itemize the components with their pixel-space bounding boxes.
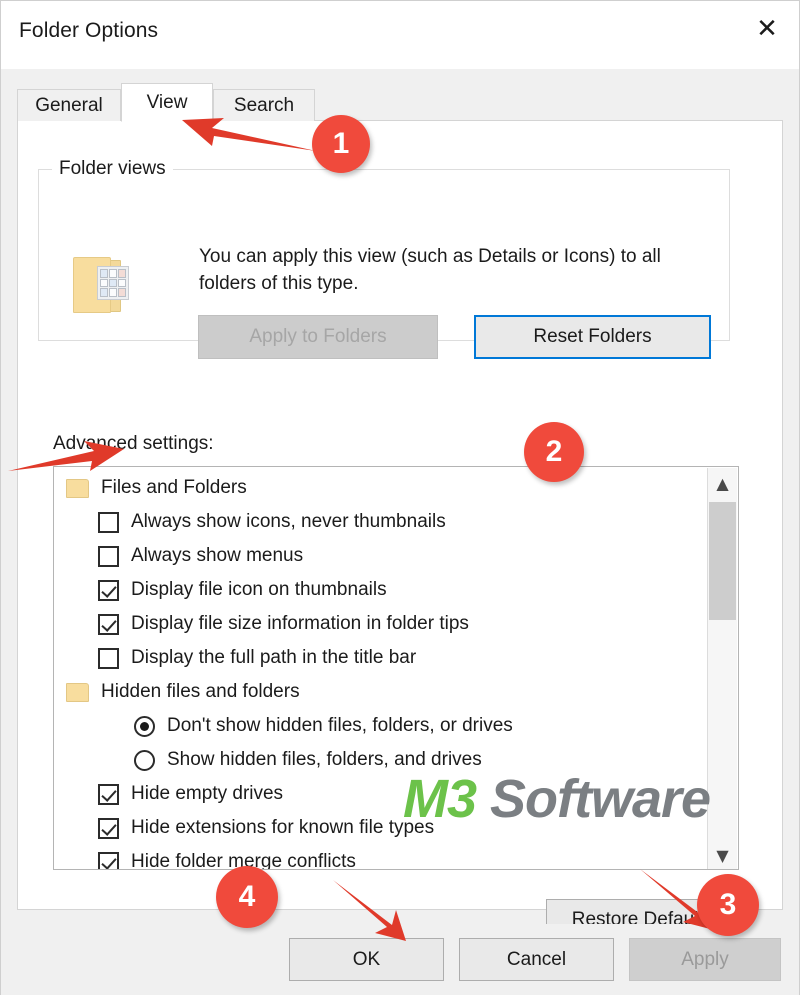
ok-label: OK: [352, 948, 381, 970]
advanced-settings-list[interactable]: Files and Folders Always show icons, neve…: [53, 466, 739, 870]
radio-button[interactable]: [134, 749, 155, 771]
settings-row-label: Display the full path in the title bar: [131, 647, 417, 668]
ok-button[interactable]: OK: [289, 938, 444, 981]
settings-row[interactable]: Don't show hidden files, folders, or dri…: [54, 709, 709, 743]
settings-row[interactable]: Always show icons, never thumbnails: [54, 505, 709, 539]
folder-options-dialog: Folder Options ✕ General Search View Fol…: [0, 0, 800, 995]
settings-group-header: Hidden files and folders: [54, 675, 709, 709]
settings-group-header: Files and Folders: [54, 471, 709, 505]
tab-general-label: General: [35, 94, 103, 116]
scrollbar-thumb[interactable]: [709, 502, 736, 620]
chevron-down-icon[interactable]: ▼: [708, 840, 737, 869]
radio-button[interactable]: [134, 715, 155, 737]
folder-views-description: You can apply this view (such as Details…: [199, 246, 661, 294]
advanced-settings-scrollbar[interactable]: ▲ ▼: [707, 468, 737, 869]
dialog-footer: OK Cancel Apply: [1, 924, 799, 995]
close-icon: ✕: [756, 14, 778, 44]
title-bar: Folder Options ✕: [1, 1, 799, 69]
apply-button[interactable]: Apply: [629, 938, 781, 981]
cancel-label: Cancel: [506, 948, 567, 970]
settings-row-label: Hide folder merge conflicts: [131, 851, 356, 870]
dialog-body: General Search View Folder views You can…: [1, 69, 799, 940]
close-button[interactable]: ✕: [735, 1, 799, 57]
settings-row-label: Always show icons, never thumbnails: [131, 511, 446, 532]
tab-search[interactable]: Search: [213, 89, 315, 121]
settings-row[interactable]: Display file icon on thumbnails: [54, 573, 709, 607]
checkbox[interactable]: [98, 851, 119, 869]
folder-views-icon: [67, 254, 133, 316]
apply-to-folders-button[interactable]: Apply to Folders: [198, 315, 438, 359]
settings-row[interactable]: Hide folder merge conflicts: [54, 845, 709, 870]
settings-row-label: Hide extensions for known file types: [131, 817, 435, 838]
settings-row-label: Display file size information in folder …: [131, 613, 469, 634]
apply-label: Apply: [681, 948, 729, 970]
folder-icon: [66, 478, 89, 498]
tab-view-label: View: [146, 91, 188, 113]
settings-row[interactable]: Display the full path in the title bar: [54, 641, 709, 675]
cancel-button[interactable]: Cancel: [459, 938, 614, 981]
advanced-settings-rows: Files and Folders Always show icons, neve…: [54, 467, 709, 870]
settings-row[interactable]: Show hidden files, folders, and drives: [54, 743, 709, 777]
settings-row-label: Don't show hidden files, folders, or dri…: [167, 715, 513, 736]
checkbox[interactable]: [98, 817, 119, 839]
settings-row[interactable]: Hide extensions for known file types: [54, 811, 709, 845]
tab-search-label: Search: [233, 94, 295, 116]
settings-row[interactable]: Display file size information in folder …: [54, 607, 709, 641]
settings-row-label: Display file icon on thumbnails: [131, 579, 387, 600]
advanced-settings-label: Advanced settings:: [53, 433, 214, 454]
folder-icon: [66, 682, 89, 702]
checkbox[interactable]: [98, 613, 119, 635]
settings-row-label: Hide empty drives: [131, 783, 284, 804]
reset-folders-label: Reset Folders: [533, 326, 652, 347]
settings-row-label: Always show menus: [131, 545, 304, 566]
settings-row-label: Show hidden files, folders, and drives: [167, 749, 482, 770]
tab-view[interactable]: View: [121, 83, 213, 122]
settings-row-label: Files and Folders: [101, 477, 247, 498]
settings-row-label: Hidden files and folders: [101, 681, 300, 702]
checkbox[interactable]: [98, 579, 119, 601]
window-title: Folder Options: [19, 19, 159, 42]
checkbox[interactable]: [98, 783, 119, 805]
checkbox[interactable]: [98, 545, 119, 567]
apply-to-folders-label: Apply to Folders: [249, 326, 387, 347]
checkbox[interactable]: [98, 647, 119, 669]
reset-folders-button[interactable]: Reset Folders: [474, 315, 711, 359]
checkbox[interactable]: [98, 511, 119, 533]
folder-views-legend: Folder views: [52, 158, 173, 180]
tab-general[interactable]: General: [17, 89, 121, 121]
chevron-up-icon[interactable]: ▲: [708, 468, 737, 498]
settings-row[interactable]: Hide empty drives: [54, 777, 709, 811]
settings-row[interactable]: Always show menus: [54, 539, 709, 573]
